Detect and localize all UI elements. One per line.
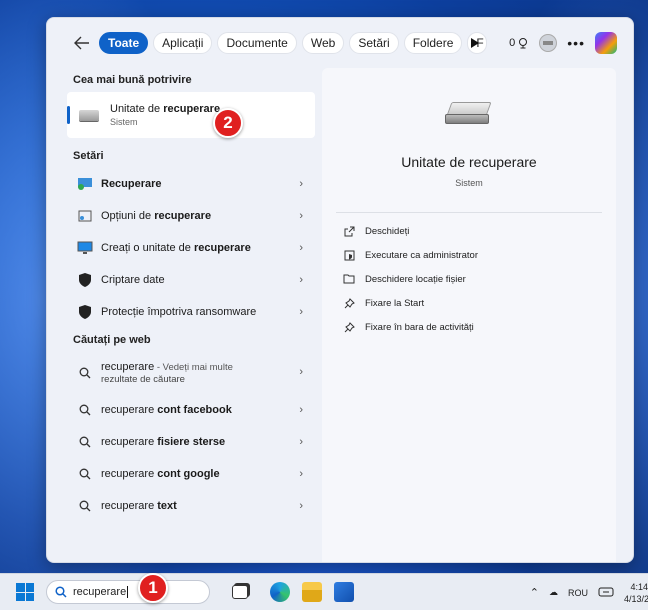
settings-item-ransomware[interactable]: Protecție împotriva ransomware › xyxy=(67,296,317,328)
chevron-right-icon: › xyxy=(299,306,303,318)
play-icon[interactable] xyxy=(465,33,485,53)
task-view-icon[interactable] xyxy=(232,585,248,599)
system-tray: ⌃ ☁ ROU 4:14 4/13/2 xyxy=(530,574,648,610)
avatar[interactable] xyxy=(539,34,558,52)
chevron-right-icon: › xyxy=(299,404,303,416)
web-item-main[interactable]: recuperare - Vedeți mai multe rezultate … xyxy=(67,352,317,394)
shield-icon xyxy=(77,304,93,320)
chevron-right-icon: › xyxy=(299,242,303,254)
pin-icon xyxy=(342,321,356,333)
rewards-points[interactable]: 0 xyxy=(509,37,529,49)
chevron-right-icon: › xyxy=(299,274,303,286)
more-options-icon[interactable]: ••• xyxy=(567,35,585,51)
recovery-icon xyxy=(77,176,93,192)
options-icon xyxy=(77,208,93,224)
time: 4:14 xyxy=(630,581,648,592)
web-main-text: recuperare - Vedeți mai multe xyxy=(101,361,233,373)
filter-documents[interactable]: Documente xyxy=(217,32,297,54)
chevron-up-icon[interactable]: ⌃ xyxy=(530,586,539,599)
best-match-title: Unitate de recuperare xyxy=(110,103,221,115)
filter-apps[interactable]: Aplicații xyxy=(153,32,213,54)
search-icon xyxy=(77,402,93,418)
search-icon xyxy=(77,466,93,482)
action-open[interactable]: Deschideți xyxy=(342,219,616,243)
wifi-icon[interactable] xyxy=(598,586,614,600)
web-heading: Căutați pe web xyxy=(73,334,151,346)
filter-bar-right: 0 ••• xyxy=(465,32,617,54)
action-run-as-admin[interactable]: Executare ca administrator xyxy=(342,243,616,267)
chevron-right-icon: › xyxy=(299,468,303,480)
date: 4/13/2 xyxy=(624,593,648,604)
preview-title: Unitate de recuperare xyxy=(401,154,537,170)
filter-all[interactable]: Toate xyxy=(99,32,149,54)
taskbar: recuperare ⌃ ☁ ROU 4:14 4/13/2 xyxy=(0,573,648,610)
web-main-subtext: rezultate de căutare xyxy=(101,374,185,385)
step-badge-2: 2 xyxy=(213,108,243,138)
edge-icon[interactable] xyxy=(270,582,290,602)
search-icon xyxy=(77,365,93,381)
best-match-item[interactable]: Unitate de recuperare Sistem xyxy=(67,92,315,138)
settings-heading: Setări xyxy=(73,150,104,162)
chevron-right-icon: › xyxy=(299,436,303,448)
search-icon xyxy=(77,498,93,514)
settings-item-recovery-options[interactable]: Opțiuni de recuperare › xyxy=(67,200,317,232)
copilot-icon[interactable] xyxy=(595,32,617,54)
filter-settings[interactable]: Setări xyxy=(349,32,399,54)
search-panel: Toate Aplicații Documente Web Setări Fol… xyxy=(46,17,634,563)
back-button[interactable] xyxy=(71,32,93,54)
drive-icon xyxy=(445,102,493,128)
search-icon xyxy=(77,434,93,450)
store-icon[interactable] xyxy=(334,582,354,602)
best-match-heading: Cea mai bună potrivire xyxy=(73,74,192,86)
web-item[interactable]: recuperare fisiere sterse › xyxy=(67,426,317,458)
filter-bar: Toate Aplicații Documente Web Setări Fol… xyxy=(47,18,633,68)
chevron-right-icon: › xyxy=(299,366,303,378)
clock[interactable]: 4:14 4/13/2 xyxy=(624,581,648,605)
preview-pane: Unitate de recuperare Sistem Deschideți … xyxy=(322,68,616,562)
best-match-subtitle: Sistem xyxy=(110,117,138,127)
pin-icon xyxy=(342,297,356,309)
drive-icon xyxy=(79,109,99,121)
windows-start-icon[interactable] xyxy=(16,583,34,601)
open-icon xyxy=(342,226,356,237)
filter-folders[interactable]: Foldere xyxy=(403,32,463,54)
chevron-right-icon: › xyxy=(299,178,303,190)
shield-icon xyxy=(77,272,93,288)
file-explorer-icon[interactable] xyxy=(302,582,322,602)
taskbar-search-input[interactable]: recuperare xyxy=(46,580,210,604)
monitor-icon xyxy=(77,240,93,256)
language-indicator[interactable]: ROU xyxy=(568,588,588,598)
preview-subtitle: Sistem xyxy=(455,178,483,188)
filter-web[interactable]: Web xyxy=(301,32,345,54)
search-icon xyxy=(55,586,67,598)
settings-item-data-encryption[interactable]: Criptare date › xyxy=(67,264,317,296)
admin-shield-icon xyxy=(342,250,356,261)
web-item[interactable]: recuperare cont google › xyxy=(67,458,317,490)
points-value: 0 xyxy=(509,37,516,49)
web-item[interactable]: recuperare text › xyxy=(67,490,317,522)
preview-actions: Deschideți Executare ca administrator De… xyxy=(322,213,616,339)
results-list: Cea mai bună potrivire Unitate de recupe… xyxy=(67,68,317,522)
action-pin-to-taskbar[interactable]: Fixare în bara de activități xyxy=(342,315,616,339)
chevron-right-icon: › xyxy=(299,500,303,512)
settings-item-recovery[interactable]: Recuperare › xyxy=(67,168,317,200)
cloud-icon[interactable]: ☁ xyxy=(549,587,558,598)
web-item[interactable]: recuperare cont facebook › xyxy=(67,394,317,426)
folder-icon xyxy=(342,274,356,284)
search-value: recuperare xyxy=(73,586,127,598)
step-badge-1: 1 xyxy=(138,573,168,603)
action-pin-to-start[interactable]: Fixare la Start xyxy=(342,291,616,315)
trophy-icon xyxy=(519,38,528,49)
settings-item-create-recovery-drive[interactable]: Creați o unitate de recuperare › xyxy=(67,232,317,264)
action-open-file-location[interactable]: Deschidere locație fișier xyxy=(342,267,616,291)
chevron-right-icon: › xyxy=(299,210,303,222)
